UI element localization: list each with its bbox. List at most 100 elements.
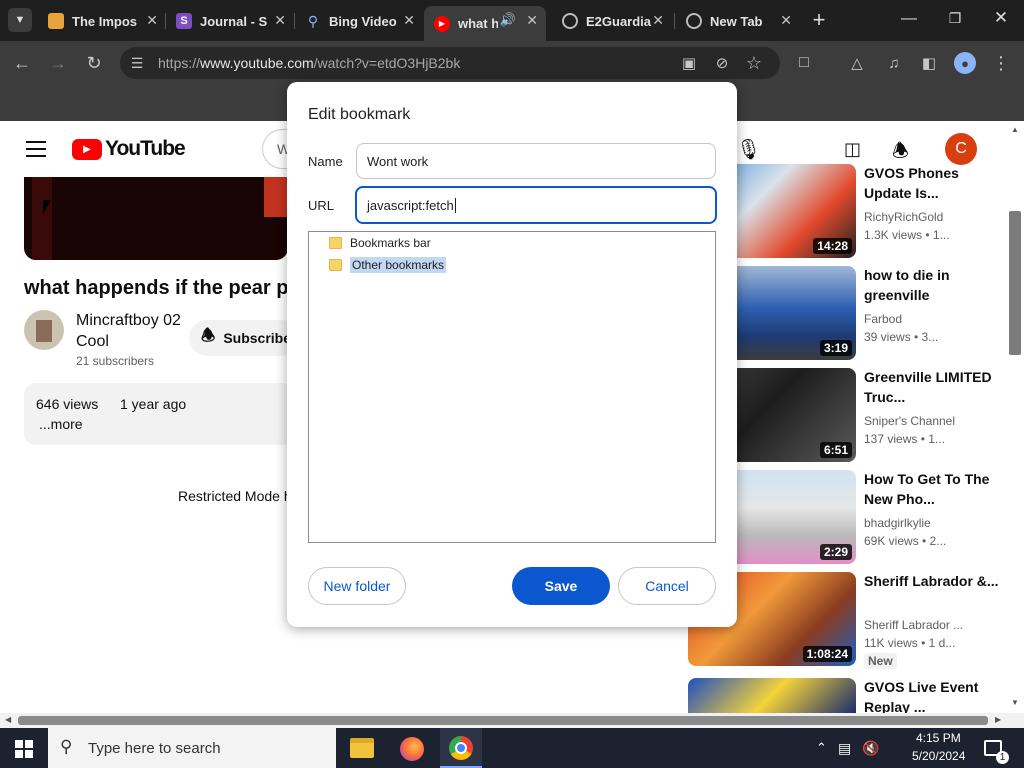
search-icon: ⚲ — [307, 12, 319, 29]
related-video-channel[interactable]: Sniper's Channel — [864, 414, 955, 428]
tab-new-tab[interactable]: New Tab ✕ — [676, 6, 800, 36]
account-avatar[interactable]: C — [945, 133, 977, 165]
youtube-logo[interactable]: ▶ YouTube — [72, 137, 186, 161]
chrome-taskbar-icon[interactable] — [440, 728, 482, 768]
restore-button[interactable]: ❐ — [944, 10, 966, 32]
vertical-scrollbar-thumb[interactable] — [1009, 211, 1021, 355]
minimize-button[interactable]: — — [898, 10, 920, 32]
eye-off-icon[interactable]: ⊘ — [711, 52, 733, 74]
video-title: what happends if the pear pho — [24, 277, 294, 299]
save-button[interactable]: Save — [512, 567, 610, 605]
related-video-channel[interactable]: bhadgirlkylie — [864, 516, 931, 530]
volume-muted-icon[interactable]: 🔇 — [862, 740, 879, 757]
url-label: URL — [308, 198, 335, 213]
media-control-icon[interactable]: ♫ — [883, 52, 905, 74]
close-window-button[interactable]: ✕ — [990, 8, 1012, 30]
back-button[interactable]: ← — [11, 52, 33, 74]
folder-other-bookmarks[interactable]: Other bookmarks — [329, 257, 447, 273]
dialog-title: Edit bookmark — [308, 106, 411, 123]
channel-avatar[interactable] — [24, 310, 64, 350]
related-video-meta: 69K views • 2... — [864, 534, 947, 548]
hamburger-menu-icon[interactable] — [26, 141, 46, 157]
url-prefix: https:// — [158, 55, 201, 71]
related-video-channel[interactable]: RichyRichGold — [864, 210, 943, 224]
youtube-play-icon: ▶ — [72, 138, 102, 160]
related-video-title[interactable]: Sheriff Labrador &... — [864, 571, 1004, 591]
clock-time[interactable]: 4:15 PM — [916, 731, 961, 745]
horizontal-scrollbar-thumb[interactable] — [18, 716, 988, 725]
folder-tree[interactable]: Bookmarks bar Other bookmarks — [308, 231, 716, 543]
related-video-title[interactable]: Greenville LIMITED Truc... — [864, 367, 1004, 407]
new-folder-button[interactable]: New folder — [308, 567, 406, 605]
firefox-icon[interactable] — [400, 737, 424, 761]
star-icon[interactable]: ☆ — [743, 52, 765, 74]
side-panel-icon[interactable]: ◧ — [918, 52, 940, 74]
folder-icon — [329, 259, 342, 271]
menu-kebab-icon[interactable]: ⋮ — [990, 52, 1012, 74]
forward-button[interactable]: → — [47, 52, 69, 74]
upload-age: 1 year ago — [120, 396, 187, 412]
tune-icon[interactable]: ☰ — [126, 52, 148, 74]
profile-icon[interactable]: ● — [954, 52, 976, 74]
notification-count-badge: 1 — [996, 751, 1009, 764]
tab-search-button[interactable]: ▼ — [8, 8, 32, 32]
close-icon[interactable]: ✕ — [146, 12, 158, 29]
extensions-icon[interactable]: □ — [793, 52, 815, 74]
tab-journal[interactable]: S Journal - S ✕ — [166, 6, 294, 36]
s-logo-icon: S — [176, 13, 192, 29]
tab-youtube-active[interactable]: ▶ what h 🔊 ✕ — [424, 6, 546, 41]
close-icon[interactable]: ✕ — [403, 12, 415, 29]
tab-e2guardian[interactable]: E2Guardia ✕ — [552, 6, 672, 36]
bookmark-url-field[interactable]: javascript:fetch — [355, 186, 717, 224]
close-icon[interactable]: ✕ — [274, 12, 286, 29]
text-caret — [454, 197, 456, 213]
related-video-title[interactable]: GVOS Live Event Replay ... — [864, 677, 1004, 713]
video-player[interactable] — [24, 177, 288, 260]
related-video-channel[interactable]: Farbod — [864, 312, 902, 326]
related-video-meta: 11K views • 1 d... — [864, 636, 956, 650]
microphone-icon[interactable]: 🎙 — [736, 137, 761, 161]
restricted-mode-notice: Restricted Mode h — [178, 488, 292, 504]
speaker-icon[interactable]: 🔊 — [500, 12, 516, 28]
folder-bookmarks-bar[interactable]: Bookmarks bar — [329, 236, 431, 250]
related-video-title[interactable]: how to die in greenville — [864, 265, 1004, 305]
tab-impossible[interactable]: The Impos ✕ — [38, 6, 166, 36]
related-video-channel[interactable]: Sheriff Labrador ... — [864, 618, 963, 632]
install-app-icon[interactable]: ▣ — [678, 52, 700, 74]
url-domain: www.youtube.com — [200, 55, 314, 71]
channel-name[interactable]: Mincraftboy 02 Cool — [76, 310, 186, 352]
tab-strip: ▼ The Impos ✕ S Journal - S ✕ ⚲ Bing Vid… — [0, 0, 1024, 41]
related-video-title[interactable]: GVOS Phones Update Is... — [864, 163, 1004, 203]
related-video-title[interactable]: How To Get To The New Pho... — [864, 469, 1004, 509]
related-thumbnail[interactable] — [688, 678, 856, 713]
close-icon[interactable]: ✕ — [780, 12, 792, 29]
scroll-right-arrow-icon[interactable]: ▶ — [995, 715, 1001, 724]
windows-start-icon[interactable] — [15, 740, 33, 758]
close-icon[interactable]: ✕ — [652, 12, 664, 29]
reload-button[interactable]: ↻ — [83, 52, 105, 74]
scroll-up-arrow-icon[interactable]: ▲ — [1011, 125, 1019, 134]
show-hidden-icons-chevron-icon[interactable]: ⌃ — [816, 740, 827, 756]
subscribe-button[interactable]: 🕭 Subscribe — [189, 320, 299, 356]
chevron-down-icon: ▼ — [14, 14, 26, 26]
close-icon[interactable]: ✕ — [526, 12, 538, 29]
scroll-left-arrow-icon[interactable]: ◀ — [5, 715, 11, 724]
create-video-icon[interactable]: ◫ — [844, 139, 861, 160]
edit-bookmark-dialog: Edit bookmark Name Wont work URL javascr… — [287, 82, 737, 627]
new-tab-button[interactable]: + — [808, 7, 830, 32]
taskbar-search-box[interactable]: ⚲ Type here to search — [48, 728, 336, 768]
labs-icon[interactable]: △ — [846, 52, 868, 74]
clock-date[interactable]: 5/20/2024 — [912, 749, 965, 763]
scroll-down-arrow-icon[interactable]: ▼ — [1011, 698, 1019, 707]
description-box[interactable]: 646 views 1 year ago ...more — [24, 383, 294, 445]
tab-bing-video[interactable]: ⚲ Bing Video ✕ — [295, 6, 423, 36]
network-icon[interactable]: ▤ — [838, 740, 851, 757]
show-more-link[interactable]: ...more — [39, 416, 83, 432]
vertical-scrollbar[interactable] — [1008, 121, 1024, 713]
file-explorer-icon[interactable] — [350, 738, 374, 758]
view-count: 646 views — [36, 396, 99, 412]
bell-icon: 🕭 — [201, 327, 216, 345]
subscriber-count: 21 subscribers — [76, 354, 155, 368]
cancel-button[interactable]: Cancel — [618, 567, 716, 605]
bookmark-name-field[interactable]: Wont work — [356, 143, 716, 179]
